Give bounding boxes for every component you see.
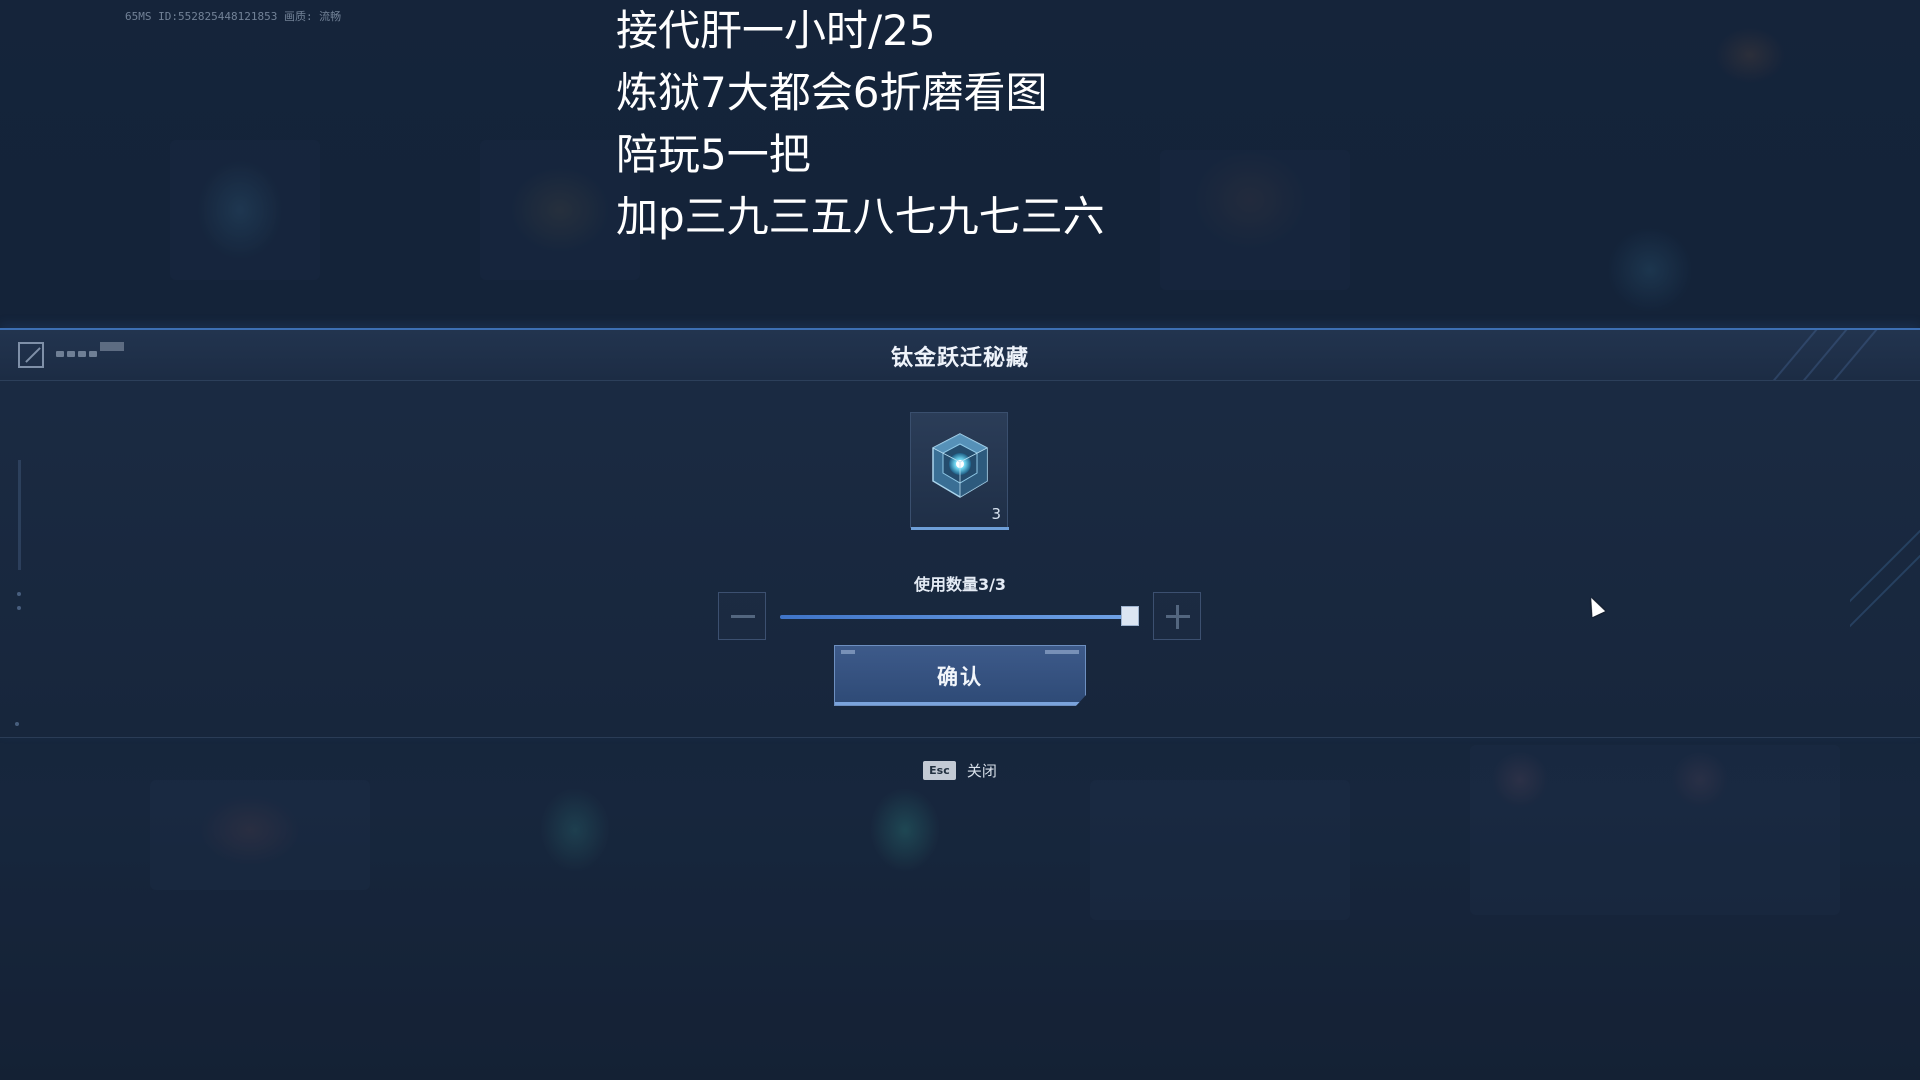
confirm-button-label: 确认 [937, 665, 983, 689]
header-decoration [1750, 330, 1920, 380]
minus-icon [731, 615, 755, 618]
quantity-slider[interactable] [780, 606, 1139, 626]
right-decoration [1850, 500, 1920, 630]
dialog-title: 钛金跃迁秘藏 [890, 346, 1029, 371]
game-screen: 65MS ID:552825448121853 画质: 流畅 接代肝一小时/25… [0, 0, 1920, 1080]
confirm-button[interactable]: 确认 [834, 645, 1086, 706]
item-count: 3 [991, 505, 1001, 523]
close-label: 关闭 [966, 762, 997, 780]
promo-line: 炼狱7大都会6折磨看图 [616, 68, 1048, 117]
button-underline [835, 702, 1085, 705]
button-decoration [841, 650, 855, 654]
slider-fill [780, 615, 1130, 619]
item-slot[interactable]: 3 [910, 412, 1009, 530]
promo-line: 陪玩5一把 [616, 130, 811, 179]
bottom-dim-overlay [0, 735, 1920, 1080]
quantity-label: 使用数量3/3 [913, 575, 1007, 594]
use-item-dialog: 钛金跃迁秘藏 3 使用数量3/3 确认 [0, 328, 1920, 738]
item-slot-underline [911, 527, 1009, 530]
dialog-header: 钛金跃迁秘藏 [0, 330, 1920, 381]
status-readout: 65MS ID:552825448121853 画质: 流畅 [125, 10, 342, 23]
plus-icon-vertical [1176, 605, 1179, 629]
close-hint[interactable]: Esc 关闭 [0, 760, 1920, 781]
promo-line: 接代肝一小时/25 [616, 6, 936, 55]
decrease-button[interactable] [718, 592, 766, 640]
crystal-cube-icon [932, 433, 988, 498]
esc-key-badge: Esc [923, 761, 956, 780]
slider-handle[interactable] [1121, 606, 1139, 626]
promo-text-overlay: 接代肝一小时/25 炼狱7大都会6折磨看图 陪玩5一把 加p三九三五八七九七三六 [616, 0, 1105, 248]
button-decoration [1045, 650, 1079, 654]
side-decoration [18, 460, 21, 570]
increase-button[interactable] [1153, 592, 1201, 640]
promo-line: 加p三九三五八七九七三六 [616, 192, 1105, 241]
